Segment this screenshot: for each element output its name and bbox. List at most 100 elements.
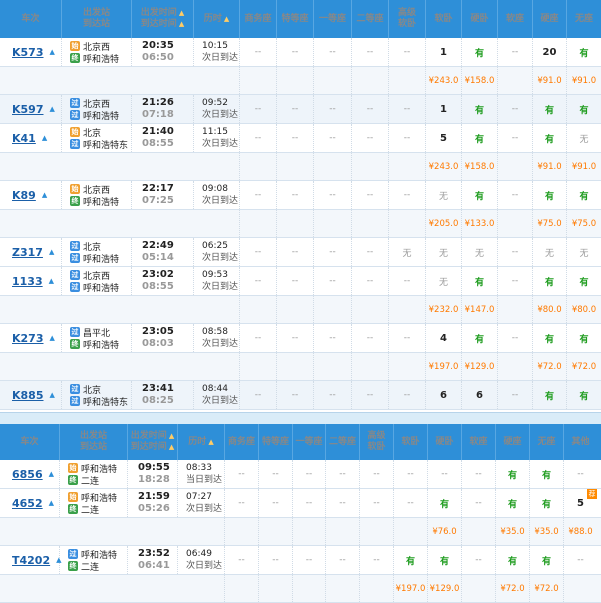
seat-availability[interactable]: 无 — [426, 267, 462, 295]
seat-availability[interactable]: 有 — [533, 267, 567, 295]
train-row[interactable]: 6856 ▲ 始呼和浩特终二连 09:55 18:28 08:33 当日到达 -- -- -- --… — [0, 460, 601, 489]
expand-stops-icon[interactable]: ▲ — [42, 134, 47, 142]
seat-availability[interactable]: 无 — [462, 238, 498, 266]
header-train[interactable]: 车次 — [0, 0, 62, 38]
train-code-link[interactable]: 1133 — [12, 275, 43, 288]
to-station-name[interactable]: 呼和浩特 — [83, 195, 119, 208]
to-station[interactable]: 过呼和浩特 — [70, 252, 119, 265]
to-station-name[interactable]: 呼和浩特 — [83, 252, 119, 265]
seat-availability[interactable]: 有 — [567, 324, 601, 352]
seat-availability[interactable]: 有 — [533, 181, 567, 209]
expand-stops-icon[interactable]: ▲ — [49, 499, 54, 507]
seat-availability[interactable]: 有 — [428, 489, 462, 517]
seat-availability[interactable]: 有 — [567, 95, 601, 123]
train-code-link[interactable]: K273 — [12, 332, 44, 345]
seat-availability[interactable]: 1 — [426, 95, 462, 123]
seat-availability[interactable]: 有 — [567, 267, 601, 295]
seat-availability[interactable]: 无 — [567, 124, 601, 152]
train-row[interactable]: K597 ▲ 过北京西过呼和浩特 21:26 07:18 09:52 次日到达 -- -- -- -… — [0, 95, 601, 124]
to-station[interactable]: 终二连 — [68, 474, 99, 487]
train-row[interactable]: T4202 ▲ 过呼和浩特终二连 23:52 06:41 06:49 次日到达 -- -- -- -… — [0, 546, 601, 575]
seat-availability[interactable]: 荐5 — [564, 489, 597, 517]
seat-availability[interactable]: 有 — [462, 181, 498, 209]
expand-stops-icon[interactable]: ▲ — [42, 191, 47, 199]
seat-availability[interactable]: 有 — [533, 124, 567, 152]
seat-availability[interactable]: 有 — [496, 460, 530, 488]
seat-availability[interactable]: 有 — [462, 38, 498, 66]
train-code-link[interactable]: 6856 — [12, 468, 43, 481]
seat-availability[interactable]: 1 — [426, 38, 462, 66]
seat-availability[interactable]: 5 — [426, 124, 462, 152]
to-station-name[interactable]: 呼和浩特 — [83, 52, 119, 65]
expand-stops-icon[interactable]: ▲ — [50, 334, 55, 342]
seat-availability[interactable]: 6 — [462, 381, 498, 409]
from-station[interactable]: 始北京西 — [70, 183, 110, 196]
train-code-cell[interactable]: 1133 ▲ — [0, 267, 62, 295]
to-station[interactable]: 终呼和浩特 — [70, 338, 119, 351]
seat-availability[interactable]: 有 — [567, 381, 601, 409]
to-station-name[interactable]: 二连 — [81, 474, 99, 487]
to-station[interactable]: 过呼和浩特 — [70, 109, 119, 122]
seat-availability[interactable]: 有 — [530, 489, 564, 517]
to-station[interactable]: 过呼和浩特东 — [70, 395, 128, 408]
to-station-name[interactable]: 呼和浩特 — [83, 109, 119, 122]
seat-availability[interactable]: 有 — [567, 181, 601, 209]
train-code-cell[interactable]: K573 ▲ — [0, 38, 62, 66]
seat-availability[interactable]: 有 — [496, 546, 530, 574]
from-station[interactable]: 始北京 — [70, 126, 101, 139]
seat-availability[interactable]: 有 — [462, 324, 498, 352]
expand-stops-icon[interactable]: ▲ — [49, 277, 54, 285]
from-station[interactable]: 过北京 — [70, 240, 101, 253]
header-arrive-time[interactable]: 到达时间 — [131, 442, 174, 453]
seat-availability[interactable]: 有 — [567, 38, 601, 66]
from-station[interactable]: 过呼和浩特 — [68, 548, 117, 561]
seat-availability[interactable]: 有 — [394, 546, 428, 574]
from-station[interactable]: 始北京西 — [70, 40, 110, 53]
header-duration[interactable]: 历时 — [178, 424, 225, 460]
expand-stops-icon[interactable]: ▲ — [49, 248, 54, 256]
seat-availability[interactable]: 20 — [533, 38, 567, 66]
expand-stops-icon[interactable]: ▲ — [49, 470, 54, 478]
seat-availability[interactable]: 有 — [530, 460, 564, 488]
train-code-link[interactable]: Z317 — [12, 246, 43, 259]
train-row[interactable]: K273 ▲ 过昌平北终呼和浩特 23:05 08:03 08:58 次日到达 -- -- -- -… — [0, 324, 601, 353]
train-code-cell[interactable]: T4202 ▲ — [0, 546, 62, 574]
to-station[interactable]: 终呼和浩特 — [70, 195, 119, 208]
to-station[interactable]: 终二连 — [68, 503, 99, 516]
train-row[interactable]: 1133 ▲ 过北京西过呼和浩特 23:02 08:55 09:53 次日到达 -- -- -- -… — [0, 267, 601, 296]
to-station-name[interactable]: 呼和浩特 — [83, 281, 119, 294]
train-code-cell[interactable]: K597 ▲ — [0, 95, 62, 123]
seat-availability[interactable]: 有 — [462, 124, 498, 152]
seat-availability[interactable]: 有 — [428, 546, 462, 574]
train-code-cell[interactable]: 4652 ▲ — [0, 489, 60, 517]
header-arrive-time[interactable]: 到达时间 — [141, 19, 184, 30]
seat-availability[interactable]: 有 — [533, 95, 567, 123]
train-code-cell[interactable]: K41 ▲ — [0, 124, 62, 152]
seat-availability[interactable]: 有 — [533, 381, 567, 409]
train-code-cell[interactable]: 6856 ▲ — [0, 460, 60, 488]
from-station[interactable]: 过北京西 — [70, 97, 110, 110]
seat-availability[interactable]: 无 — [389, 238, 426, 266]
seat-availability[interactable]: 有 — [462, 95, 498, 123]
expand-stops-icon[interactable]: ▲ — [50, 391, 55, 399]
header-duration-label[interactable]: 历时 — [188, 437, 213, 448]
train-code-link[interactable]: K597 — [12, 103, 44, 116]
train-code-cell[interactable]: K273 ▲ — [0, 324, 62, 352]
train-code-link[interactable]: 4652 — [12, 497, 43, 510]
train-code-cell[interactable]: K885 ▲ — [0, 381, 62, 409]
train-code-link[interactable]: T4202 — [12, 554, 50, 567]
seat-availability[interactable]: 无 — [567, 238, 601, 266]
train-code-link[interactable]: K89 — [12, 189, 36, 202]
to-station-name[interactable]: 呼和浩特 — [83, 338, 119, 351]
to-station-name[interactable]: 呼和浩特东 — [83, 138, 128, 151]
seat-availability[interactable]: 6 — [426, 381, 462, 409]
seat-availability[interactable]: 有 — [496, 489, 530, 517]
header-depart-time[interactable]: 出发时间 — [141, 8, 184, 19]
train-row[interactable]: K885 ▲ 过北京过呼和浩特东 23:41 08:25 08:44 次日到达 -- -- -- -… — [0, 381, 601, 410]
seat-availability[interactable]: 有 — [530, 546, 564, 574]
seat-availability[interactable]: 有 — [462, 267, 498, 295]
to-station[interactable]: 终呼和浩特 — [70, 52, 119, 65]
train-code-link[interactable]: K885 — [12, 389, 44, 402]
header-train[interactable]: 车次 — [0, 424, 60, 460]
from-station[interactable]: 始呼和浩特 — [68, 462, 117, 475]
